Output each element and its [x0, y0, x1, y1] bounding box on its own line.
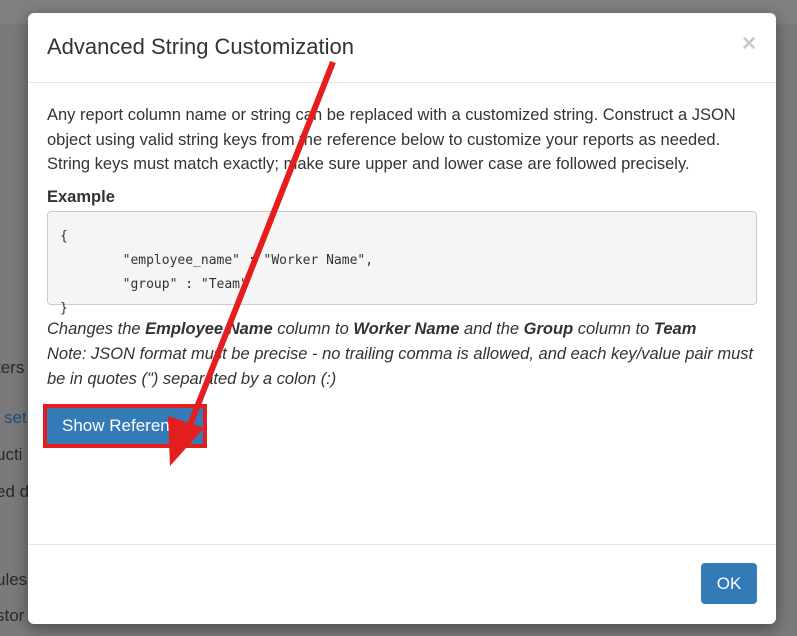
example-heading: Example: [47, 187, 115, 206]
modal-footer-divider: [28, 544, 776, 545]
background-text: ucti: [0, 445, 23, 464]
background-text: ters: [0, 358, 25, 377]
background-text: stor: [0, 606, 25, 625]
modal-header: Advanced String Customization ×: [28, 13, 776, 83]
ok-button[interactable]: OK: [701, 563, 757, 604]
modal-body: Any report column name or string can be …: [28, 83, 776, 448]
background-text: ules: [0, 570, 28, 589]
close-icon[interactable]: ×: [742, 30, 756, 58]
advanced-string-modal: Advanced String Customization × Any repo…: [28, 13, 776, 624]
text: Group: [523, 320, 574, 338]
text: and the: [459, 320, 524, 338]
text: Worker Name: [353, 320, 460, 338]
text: Employee Name: [145, 320, 273, 338]
example-code: { "employee_name" : "Worker Name", "grou…: [47, 211, 757, 316]
text: Changes the: [47, 320, 146, 338]
text: column to: [272, 320, 354, 338]
show-reference-button[interactable]: Show Reference: [47, 408, 203, 444]
modal-title: Advanced String Customization: [47, 34, 354, 59]
text: Team: [653, 320, 697, 338]
highlight-box: Show Reference: [43, 404, 207, 448]
json-note: Note: JSON format must be precise - no t…: [47, 345, 754, 388]
text: column to: [573, 320, 654, 338]
intro-text: Any report column name or string can be …: [47, 106, 736, 173]
changes-description: Changes the Employee Name column to Work…: [47, 317, 757, 392]
background-text: ed d: [0, 482, 30, 501]
background-link[interactable]: set: [4, 408, 27, 428]
